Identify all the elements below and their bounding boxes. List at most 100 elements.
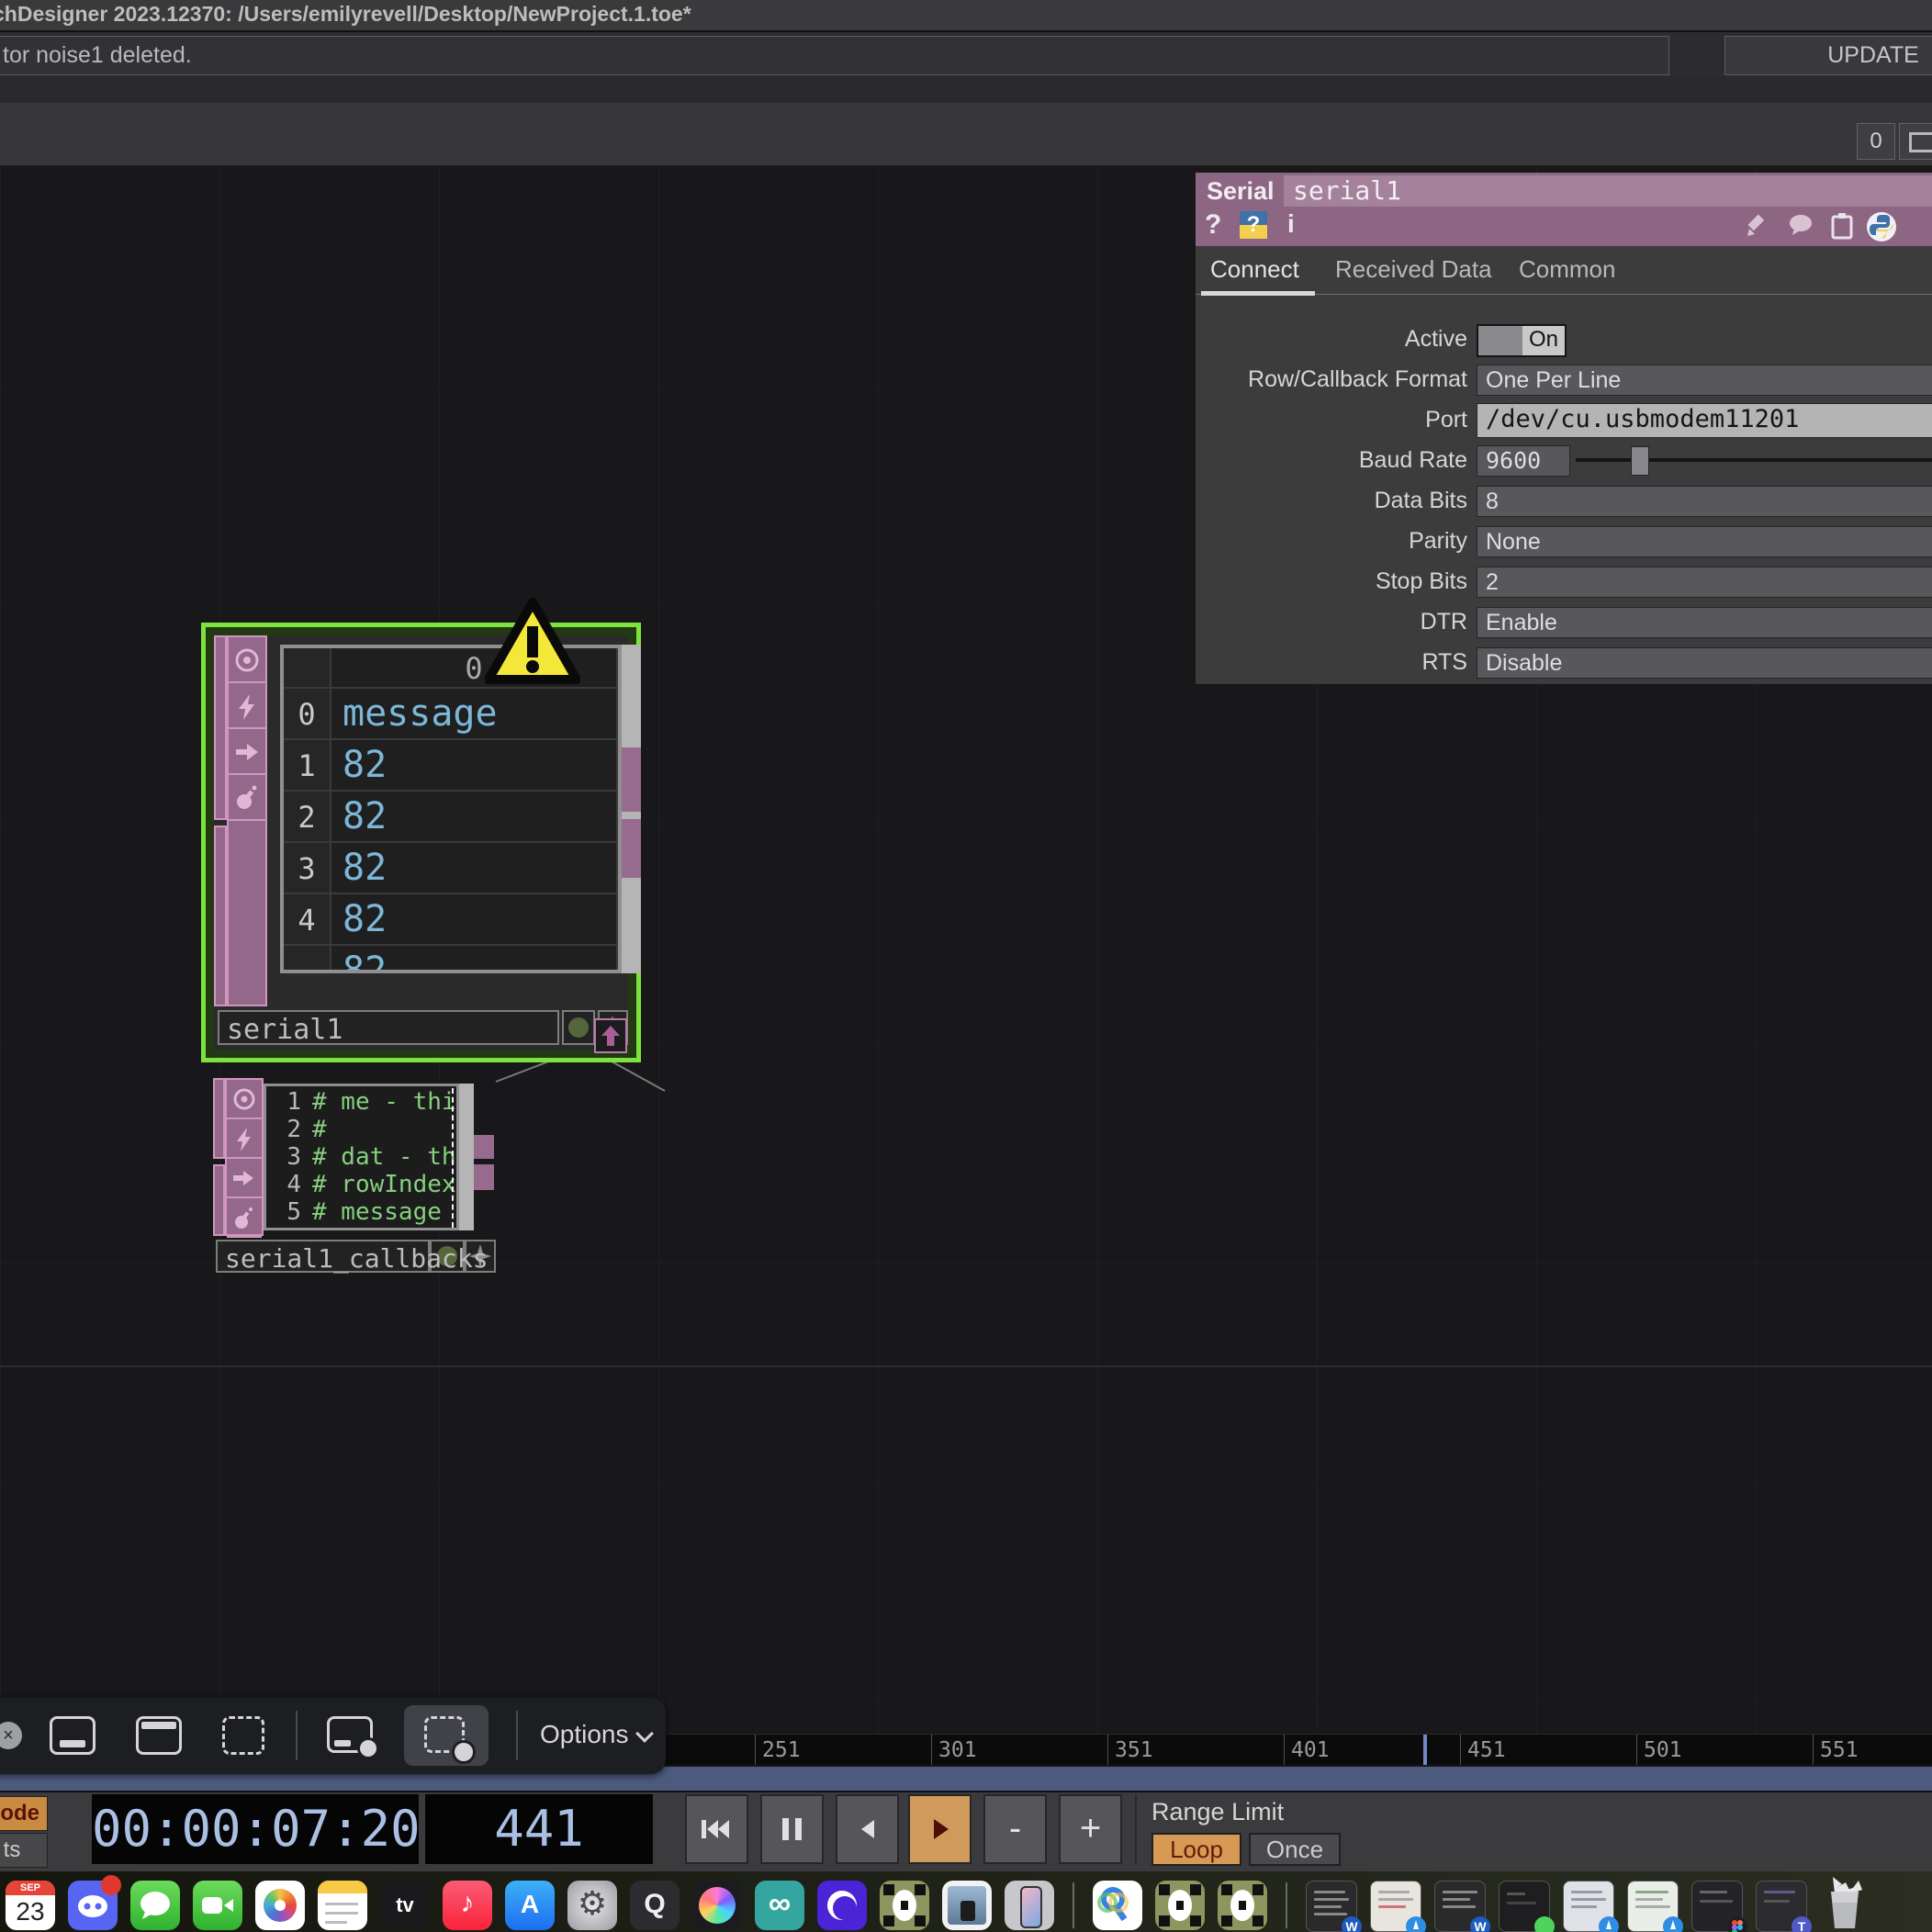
- node-input-strip-bottom[interactable]: [214, 826, 227, 1006]
- passwords-app-icon[interactable]: [1093, 1881, 1142, 1930]
- python-help-icon[interactable]: ?: [1240, 211, 1267, 239]
- node-serial1-callbacks[interactable]: 1 # me - this 2 # 3 # dat - the 4 # rowI…: [213, 1078, 497, 1275]
- record-selection-active[interactable]: [404, 1705, 489, 1766]
- rowcallbackformat-menu[interactable]: One Per Line: [1477, 365, 1932, 396]
- node-input-strip-top[interactable]: [213, 1078, 225, 1159]
- tab-common[interactable]: Common: [1519, 255, 1615, 284]
- copy-parameters-clipboard-icon[interactable]: [1829, 211, 1857, 239]
- music-app-icon[interactable]: ♪: [443, 1881, 492, 1930]
- close-icon[interactable]: ×: [0, 1722, 22, 1749]
- options-button[interactable]: Options: [540, 1720, 651, 1749]
- eye-app-icon[interactable]: [817, 1881, 867, 1930]
- rts-menu[interactable]: Disable: [1477, 647, 1932, 679]
- node-serial1-selected[interactable]: 0 0 message 1 82 2 82 3 82 4 82 82: [201, 623, 641, 1062]
- node-status-dot-box[interactable]: [562, 1010, 595, 1045]
- databits-menu[interactable]: 8: [1477, 486, 1932, 517]
- pause-button[interactable]: [760, 1794, 824, 1864]
- python-logo-icon[interactable]: [1866, 211, 1893, 239]
- notes-app-icon[interactable]: [318, 1881, 367, 1930]
- dtr-menu[interactable]: Enable: [1477, 607, 1932, 638]
- dat-table-viewer[interactable]: 0 0 message 1 82 2 82 3 82 4 82 82: [280, 645, 622, 973]
- dock-arrow-button[interactable]: [594, 1018, 627, 1053]
- node-input-strip-bottom[interactable]: [213, 1164, 225, 1236]
- tab-connect[interactable]: Connect: [1210, 255, 1299, 284]
- dat-code-viewer[interactable]: 1 # me - this 2 # 3 # dat - the 4 # rowI…: [264, 1084, 459, 1230]
- settings-app-icon[interactable]: ⚙: [567, 1881, 617, 1930]
- active-toggle-on[interactable]: On: [1522, 324, 1567, 357]
- help-icon[interactable]: ?: [1205, 209, 1221, 241]
- minimized-safari-window[interactable]: [1563, 1881, 1614, 1932]
- export-flag-arrow-icon[interactable]: [229, 729, 265, 775]
- arduino-app-icon[interactable]: ∞: [755, 1881, 804, 1930]
- photos-app-icon[interactable]: [255, 1881, 305, 1930]
- cook-flag-lightning-icon[interactable]: [229, 683, 265, 729]
- gradient-orb-app-icon[interactable]: [692, 1881, 742, 1930]
- touchdesigner-app-icon[interactable]: [1218, 1881, 1267, 1930]
- units-mode-button[interactable]: ts: [0, 1833, 48, 1868]
- viewer-flag[interactable]: [227, 1080, 262, 1119]
- active-toggle[interactable]: [1477, 324, 1526, 357]
- tab-received-data[interactable]: Received Data: [1335, 255, 1492, 284]
- node-name-field[interactable]: serial1_callbacks: [216, 1240, 430, 1273]
- step-back-frame-button[interactable]: -: [983, 1794, 1047, 1864]
- trash-icon[interactable]: [1820, 1881, 1870, 1930]
- minimized-word-window[interactable]: W: [1434, 1881, 1486, 1932]
- step-back-button[interactable]: [836, 1794, 899, 1864]
- node-output-connector[interactable]: [474, 1164, 494, 1190]
- bypass-flag-bomb-icon[interactable]: [229, 775, 265, 821]
- play-button-active[interactable]: [908, 1794, 972, 1864]
- touchdesigner-app-icon[interactable]: [1155, 1881, 1205, 1930]
- playhead[interactable]: [1423, 1735, 1427, 1766]
- touchdesigner-app-icon[interactable]: [880, 1881, 929, 1930]
- node-output-connector[interactable]: [622, 747, 641, 812]
- node-name-field[interactable]: serial1: [218, 1010, 559, 1045]
- loop-button-active[interactable]: Loop: [1151, 1833, 1241, 1866]
- iphone-mirroring-icon[interactable]: [1005, 1881, 1054, 1930]
- capture-window-icon[interactable]: [136, 1716, 182, 1755]
- tick-line: [1284, 1735, 1285, 1766]
- node-serial1-body[interactable]: 0 0 message 1 82 2 82 3 82 4 82 82: [214, 635, 628, 1050]
- skip-to-start-button[interactable]: [685, 1794, 748, 1864]
- update-button[interactable]: UPDATE: [1724, 36, 1932, 75]
- appstore-app-icon[interactable]: A: [505, 1881, 555, 1930]
- operator-name-field[interactable]: serial1: [1284, 175, 1932, 207]
- record-screen-icon[interactable]: [327, 1716, 373, 1753]
- appletv-app-icon[interactable]: tv: [380, 1881, 430, 1930]
- cook-flag-lightning-icon[interactable]: [227, 1119, 262, 1159]
- baudrate-field[interactable]: 9600: [1477, 445, 1570, 477]
- port-field[interactable]: /dev/cu.usbmodem11201: [1477, 403, 1932, 438]
- minimized-teams-window[interactable]: T: [1756, 1881, 1807, 1932]
- layout-button[interactable]: [1899, 123, 1932, 160]
- parity-menu[interactable]: None: [1477, 526, 1932, 557]
- discord-app-icon[interactable]: [68, 1881, 118, 1930]
- code-scrollbar[interactable]: [459, 1084, 474, 1230]
- baudrate-slider-track[interactable]: [1576, 458, 1932, 462]
- bypass-flag-bomb-icon[interactable]: [227, 1198, 262, 1238]
- facetime-app-icon[interactable]: [193, 1881, 242, 1930]
- node-output-connector[interactable]: [622, 819, 641, 878]
- capture-screen-icon[interactable]: [50, 1716, 95, 1755]
- quicktime-app-icon[interactable]: Q: [630, 1881, 680, 1930]
- once-button[interactable]: Once: [1249, 1833, 1341, 1866]
- edit-comment-pencil-icon[interactable]: [1745, 211, 1772, 239]
- photo-frame-app-icon[interactable]: [942, 1881, 992, 1930]
- viewer-flag[interactable]: [229, 637, 265, 683]
- messages-app-icon[interactable]: [130, 1881, 180, 1930]
- minimized-figma-window[interactable]: [1691, 1881, 1743, 1932]
- node-input-strip-top[interactable]: [214, 635, 227, 820]
- stopbits-menu[interactable]: 2: [1477, 567, 1932, 598]
- step-forward-frame-button[interactable]: +: [1059, 1794, 1122, 1864]
- pane-counter[interactable]: 0: [1857, 123, 1895, 160]
- minimized-messages-window[interactable]: [1499, 1881, 1550, 1932]
- baudrate-slider-handle[interactable]: [1631, 446, 1649, 476]
- minimized-word-window[interactable]: W: [1306, 1881, 1357, 1932]
- timecode-mode-button[interactable]: Code: [0, 1796, 48, 1831]
- export-flag-arrow-icon[interactable]: [227, 1159, 262, 1198]
- comment-bubble-icon[interactable]: [1787, 211, 1814, 239]
- info-icon[interactable]: i: [1287, 209, 1295, 239]
- node-output-connector[interactable]: [474, 1135, 494, 1159]
- minimized-safari-window[interactable]: [1370, 1881, 1421, 1932]
- capture-selection-icon[interactable]: [222, 1716, 264, 1755]
- minimized-safari-window[interactable]: [1627, 1881, 1679, 1932]
- calendar-app-icon[interactable]: SEP 23: [6, 1881, 55, 1930]
